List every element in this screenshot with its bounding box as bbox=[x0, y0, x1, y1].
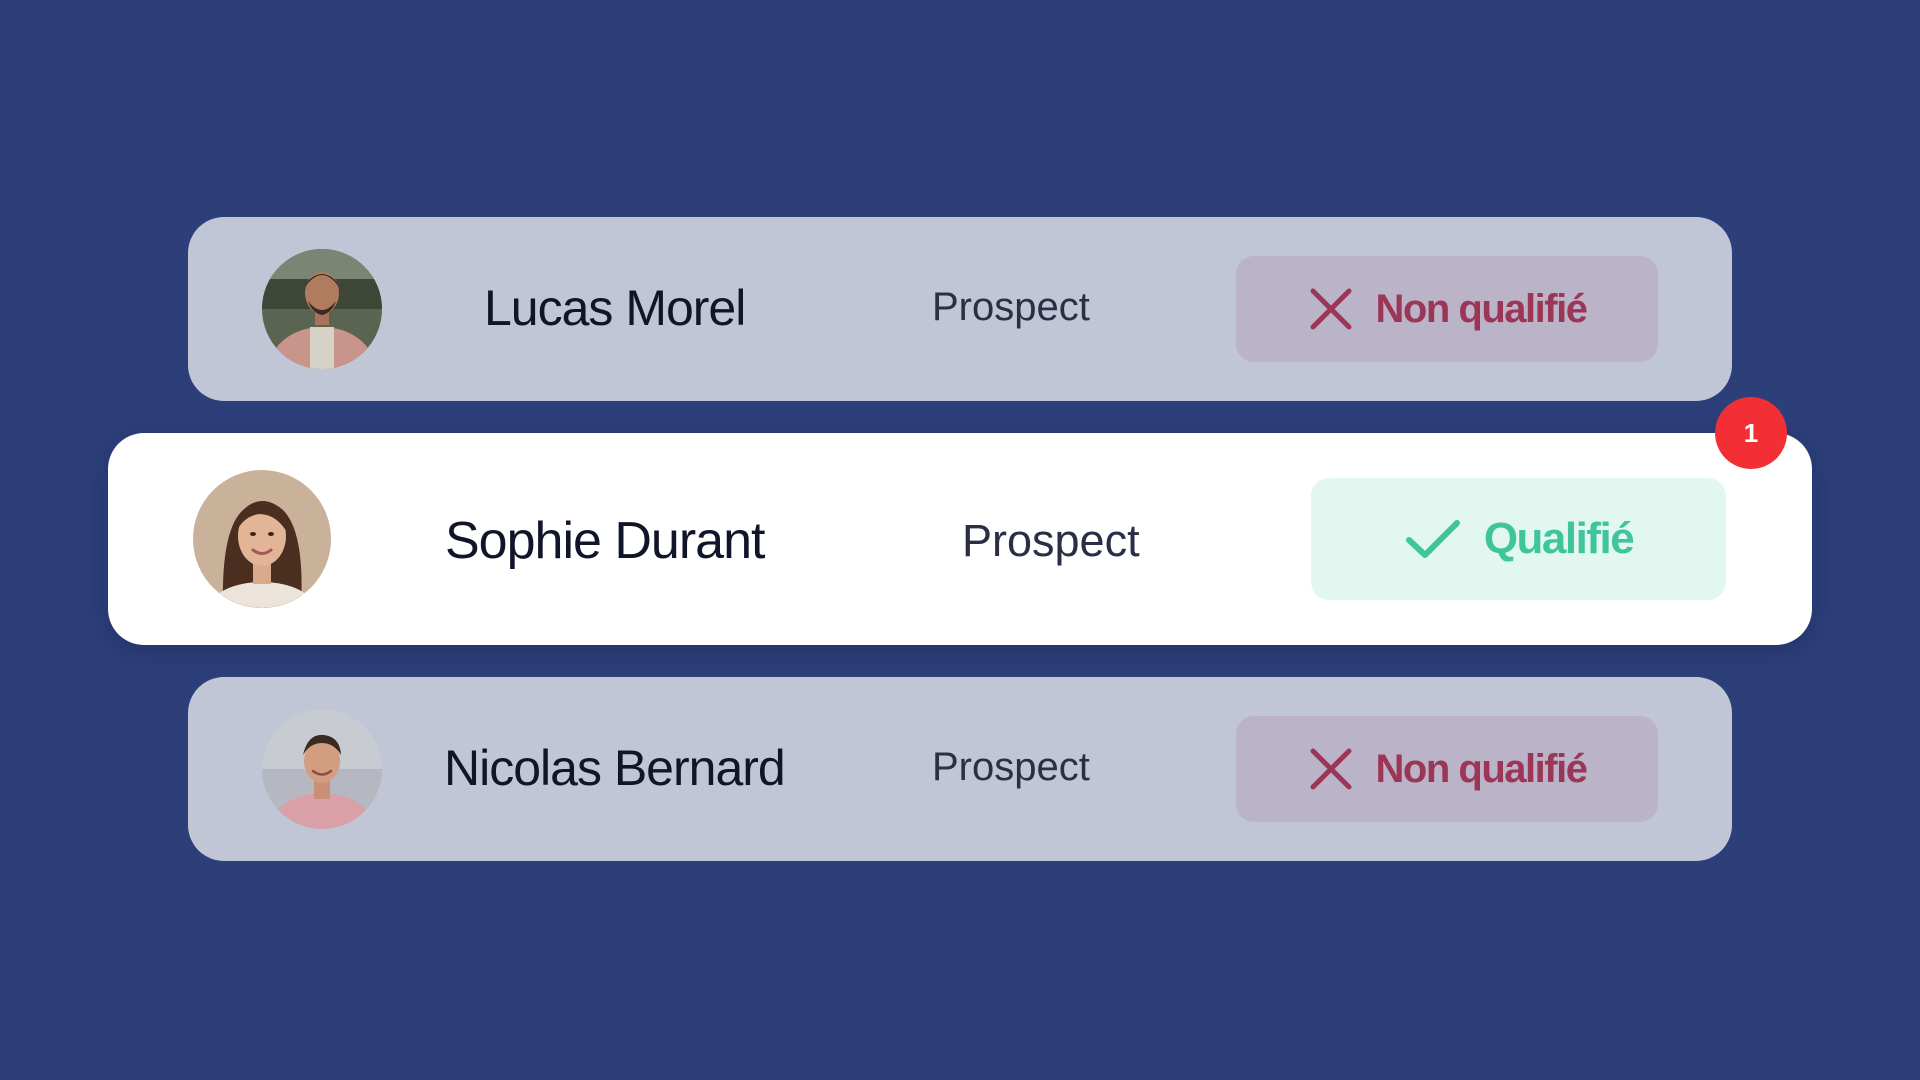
x-icon bbox=[1308, 286, 1354, 332]
contact-name: Sophie Durant bbox=[445, 512, 765, 570]
status-label: Non qualifié bbox=[1375, 746, 1588, 791]
x-icon bbox=[1308, 746, 1354, 792]
status-badge[interactable]: Qualifié bbox=[1311, 478, 1726, 600]
avatar bbox=[262, 709, 382, 829]
status-badge[interactable]: Non qualifié bbox=[1236, 716, 1658, 822]
contact-role: Prospect bbox=[932, 745, 1090, 789]
avatar bbox=[262, 249, 382, 369]
notification-badge: 1 bbox=[1715, 397, 1787, 469]
status-label: Non qualifié bbox=[1375, 286, 1588, 331]
contact-card-lucas-morel[interactable]: Lucas Morel Prospect Non qualifié bbox=[188, 217, 1732, 401]
contact-name: Lucas Morel bbox=[484, 280, 746, 336]
status-badge[interactable]: Non qualifié bbox=[1236, 256, 1658, 362]
status-label: Qualifié bbox=[1483, 514, 1635, 563]
contact-role: Prospect bbox=[932, 285, 1090, 329]
check-icon bbox=[1404, 516, 1462, 562]
avatar bbox=[193, 470, 331, 608]
contact-name: Nicolas Bernard bbox=[444, 740, 786, 796]
contact-role: Prospect bbox=[962, 515, 1140, 566]
contact-card-sophie-durant[interactable]: Sophie Durant Prospect Qualifié bbox=[108, 433, 1812, 645]
contact-card-nicolas-bernard[interactable]: Nicolas Bernard Prospect Non qualifié bbox=[188, 677, 1732, 861]
contact-list: Lucas Morel Prospect Non qualifié Sophie… bbox=[0, 0, 1920, 1080]
